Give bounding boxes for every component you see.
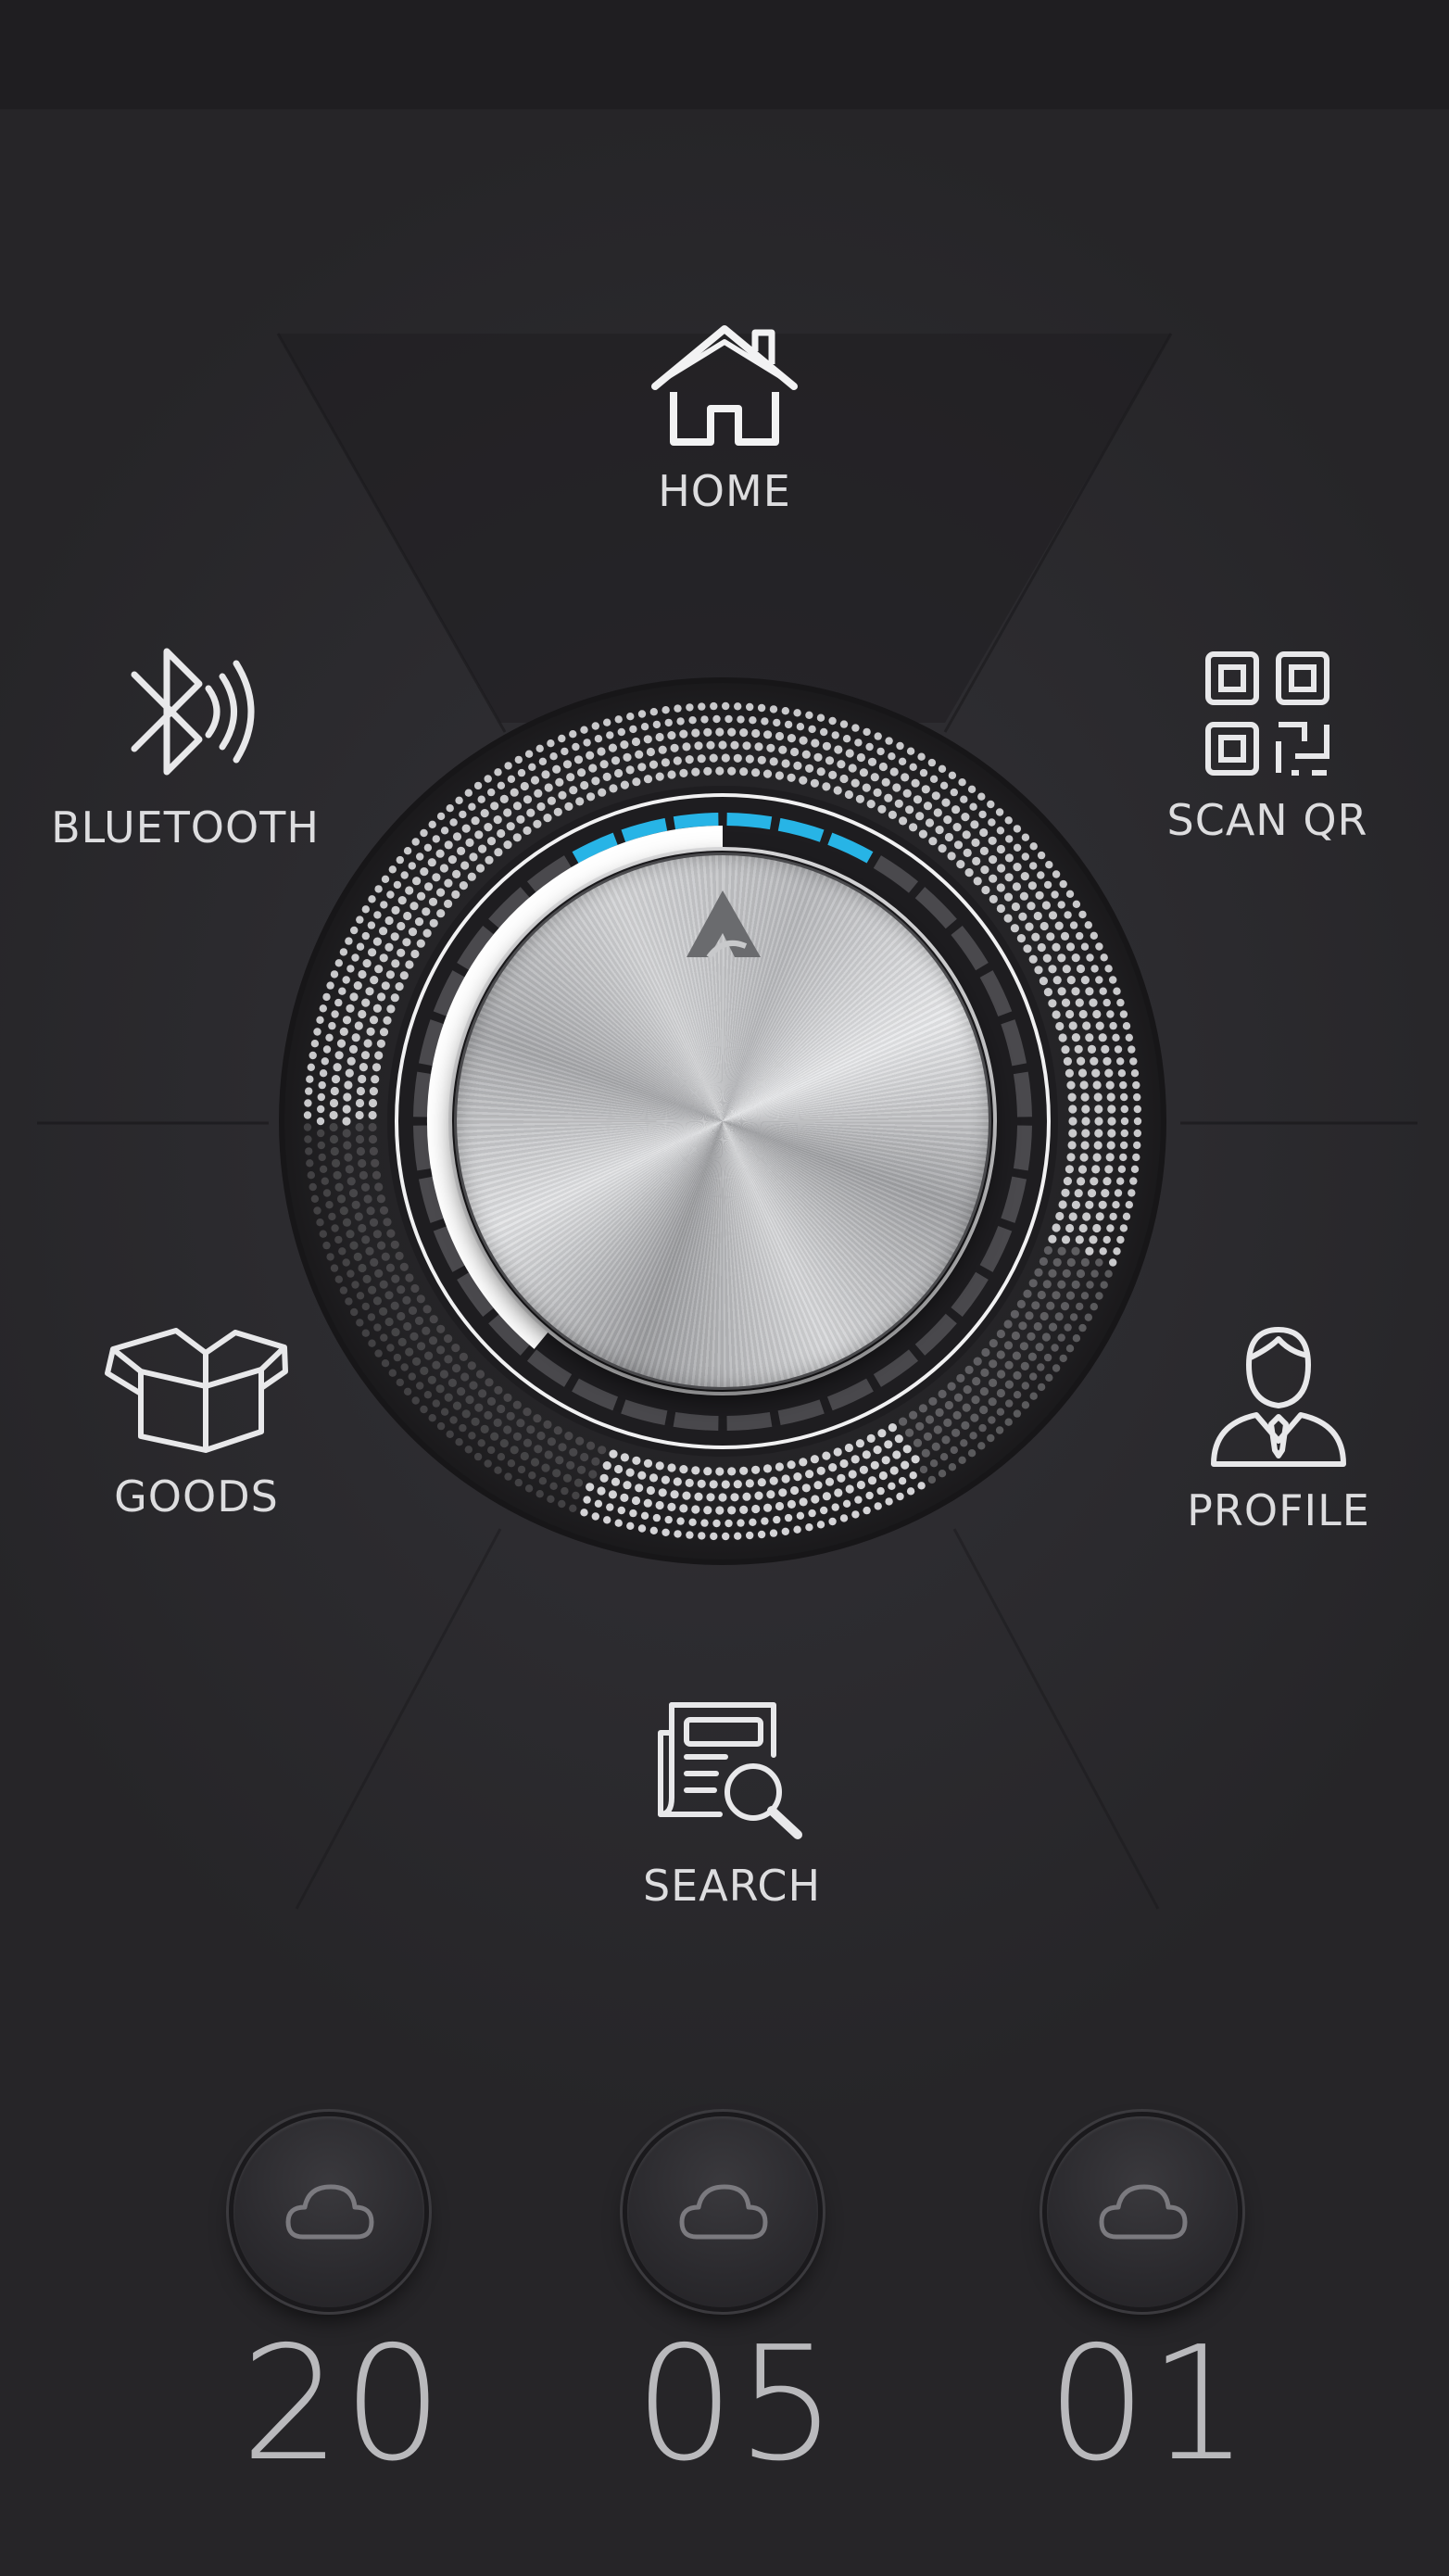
nav-profile[interactable]: PROFILE bbox=[1140, 1320, 1418, 1535]
counter-value-2: 05 bbox=[634, 2313, 839, 2496]
nav-goods-label: GOODS bbox=[114, 1471, 279, 1522]
qr-code-icon bbox=[1205, 651, 1329, 776]
nav-scan-qr-label: SCAN QR bbox=[1166, 795, 1368, 845]
home-icon bbox=[651, 325, 798, 446]
nav-search-label: SEARCH bbox=[642, 1861, 822, 1911]
nav-home-label: HOME bbox=[658, 466, 791, 516]
volume-dial[interactable] bbox=[278, 676, 1167, 1566]
bluetooth-icon bbox=[131, 648, 255, 776]
nav-search[interactable]: SEARCH bbox=[593, 1696, 871, 1911]
cloud-icon bbox=[679, 2184, 768, 2240]
counter-value-3: 01 bbox=[1046, 2313, 1252, 2496]
cloud-button-1[interactable] bbox=[233, 2116, 424, 2307]
cloud-icon bbox=[1099, 2184, 1188, 2240]
cloud-icon bbox=[285, 2184, 374, 2240]
logo-icon bbox=[687, 890, 761, 959]
app-screen: HOME BLUETOOTH SCAN QR GOODS PROFILE SEA… bbox=[0, 0, 1449, 2576]
nav-profile-label: PROFILE bbox=[1187, 1485, 1370, 1535]
counter-value-1: 20 bbox=[240, 2313, 446, 2496]
cloud-button-2[interactable] bbox=[627, 2116, 818, 2307]
box-icon bbox=[105, 1328, 288, 1453]
cloud-button-3[interactable] bbox=[1047, 2116, 1238, 2307]
nav-scan-qr[interactable]: SCAN QR bbox=[1138, 649, 1397, 845]
nav-home[interactable]: HOME bbox=[586, 320, 863, 516]
document-search-icon bbox=[658, 1702, 802, 1839]
dial-knob[interactable] bbox=[457, 855, 989, 1387]
user-icon bbox=[1211, 1327, 1346, 1467]
